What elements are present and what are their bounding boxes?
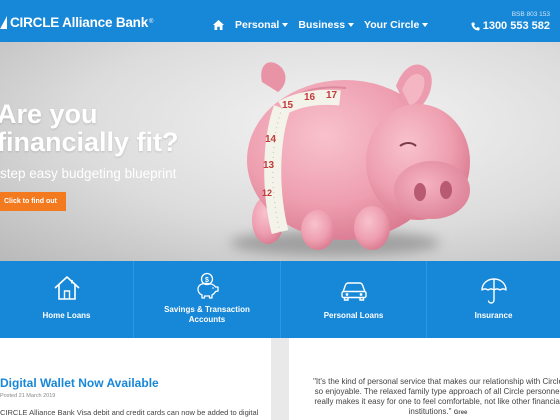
logo-trademark: ® [149, 19, 154, 25]
nav-business[interactable]: Business [298, 19, 355, 31]
news-card: Digital Wallet Now Available Posted 21 M… [0, 338, 271, 420]
news-title[interactable]: Digital Wallet Now Available [0, 376, 159, 390]
testimonial-card: "It's the kind of personal service that … [289, 338, 560, 420]
tile-insurance[interactable]: Insurance [427, 261, 560, 338]
phone-number: 1300 553 582 [482, 20, 550, 32]
tile-home-loans-label: Home Loans [42, 311, 91, 320]
nav-your-circle-label: Your Circle [364, 19, 420, 31]
tape-number: 12 [262, 188, 273, 198]
tile-personal-loans-label: Personal Loans [323, 311, 384, 320]
content-area: Digital Wallet Now Available Posted 21 M… [0, 338, 560, 420]
hero-cta-button[interactable]: Click to find out [0, 192, 66, 211]
chevron-down-icon [348, 23, 355, 27]
tile-home-loans[interactable]: Home Loans [0, 261, 134, 338]
nav-personal-label: Personal [235, 19, 280, 31]
site-header: CIRCLE Alliance Bank ® Personal Business… [0, 0, 560, 42]
news-text: CIRCLE Alliance Bank Visa debit and cred… [0, 408, 259, 417]
hero-title-line1: Are you [0, 99, 98, 129]
chevron-down-icon [422, 23, 429, 27]
nav-your-circle[interactable]: Your Circle [364, 19, 429, 31]
testimonial-quote: "It's the kind of personal service that … [311, 377, 560, 418]
tile-savings-label: Savings & Transaction Accounts [164, 305, 250, 324]
tile-personal-loans[interactable]: Personal Loans [281, 261, 427, 338]
main-nav: Personal Business Your Circle [213, 16, 438, 34]
product-tiles: Home Loans $ Savings & Transaction Accou… [0, 261, 560, 338]
bsb-number: BSB 803 153 [511, 11, 550, 18]
hero-banner[interactable]: 12 13 14 15 16 17 Are you financially fi… [0, 42, 560, 261]
tile-insurance-label: Insurance [474, 311, 513, 320]
chevron-down-icon [282, 23, 289, 27]
tape-number: 16 [304, 92, 316, 103]
news-date: Posted 21 March 2019 [0, 393, 56, 399]
tape-number: 13 [263, 160, 275, 171]
tape-number: 14 [265, 134, 277, 145]
logo-text: CIRCLE Alliance Bank [10, 14, 149, 30]
house-icon [53, 276, 80, 300]
tape-number: 17 [326, 90, 338, 101]
phone-link[interactable]: 1300 553 582 [471, 20, 550, 32]
testimonial-author: Gree [453, 410, 468, 416]
logo-mark-icon [0, 15, 7, 29]
hero-title-line2: financially fit? [0, 127, 179, 157]
umbrella-icon [480, 278, 507, 304]
tile-savings[interactable]: $ Savings & Transaction Accounts [134, 261, 281, 338]
testimonial-text: "It's the kind of personal service that … [313, 377, 560, 416]
phone-icon [471, 21, 480, 31]
bank-logo[interactable]: CIRCLE Alliance Bank ® [0, 12, 153, 32]
hero-title: Are you financially fit? [0, 100, 179, 156]
piggy-bank-icon: $ [197, 272, 219, 299]
nav-personal[interactable]: Personal [235, 19, 289, 31]
home-icon[interactable] [213, 20, 224, 30]
nav-business-label: Business [298, 19, 346, 31]
tape-number: 15 [282, 100, 294, 111]
hero-subtitle: step easy budgeting blueprint [0, 166, 177, 181]
car-icon [340, 282, 367, 301]
